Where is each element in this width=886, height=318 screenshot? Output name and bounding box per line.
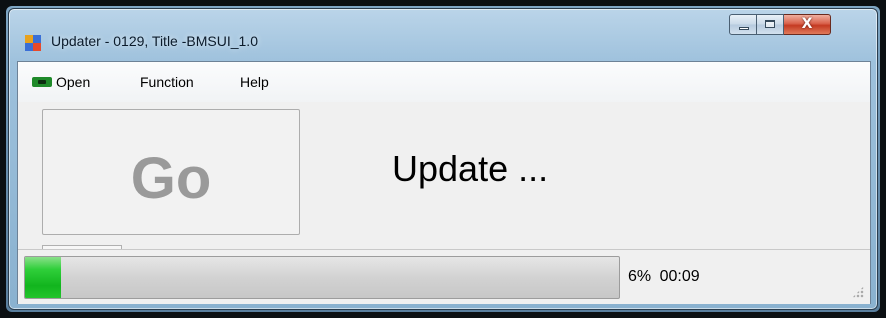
- menu-function[interactable]: Function: [140, 74, 194, 90]
- maximize-icon: [765, 20, 775, 28]
- go-button-label: Go: [130, 145, 212, 211]
- status-bar: 6% 00:09: [18, 249, 870, 304]
- title-bar[interactable]: Updater - 0129, Title -BMSUI_1.0 X: [9, 9, 877, 59]
- update-status-text: Update ...: [392, 148, 549, 189]
- minimize-icon: [739, 27, 749, 30]
- menu-bar: Open Function Help: [18, 62, 870, 102]
- progress-percent: 6%: [628, 268, 652, 285]
- minimize-button[interactable]: [729, 14, 757, 35]
- maximize-button[interactable]: [757, 14, 784, 35]
- close-button[interactable]: X: [784, 14, 831, 35]
- progress-readout: 6% 00:09: [628, 268, 700, 286]
- updater-window: Updater - 0129, Title -BMSUI_1.0 X Open …: [8, 8, 878, 310]
- window-title: Updater - 0129, Title -BMSUI_1.0: [51, 33, 258, 49]
- menu-help[interactable]: Help: [240, 74, 269, 90]
- go-button[interactable]: Go: [42, 109, 300, 235]
- progress-bar-fill: [25, 257, 61, 298]
- client-area: Open Function Help Go Update ... 6% 00:0…: [17, 61, 871, 304]
- resize-grip[interactable]: [852, 286, 864, 298]
- progress-bar: [24, 256, 620, 299]
- updater-app-icon[interactable]: [25, 35, 41, 51]
- menu-open[interactable]: Open: [32, 74, 90, 90]
- menu-open-label: Open: [56, 74, 91, 90]
- elapsed-time: 00:09: [659, 268, 700, 285]
- open-plug-icon: [32, 75, 52, 89]
- close-icon: X: [801, 16, 813, 32]
